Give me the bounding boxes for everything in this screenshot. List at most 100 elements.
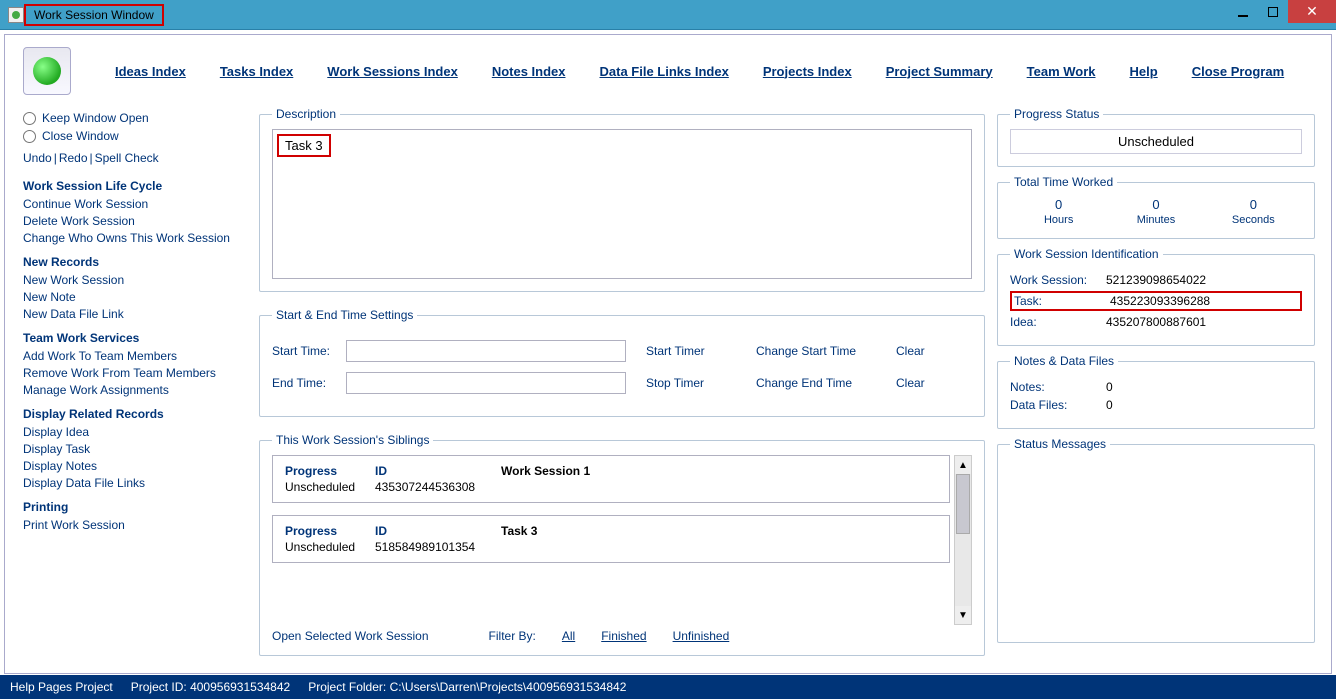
top-menu: Ideas Index Tasks Index Work Sessions In… bbox=[5, 35, 1331, 107]
seconds-label: Seconds bbox=[1205, 214, 1302, 226]
sibling-id: 518584989101354 bbox=[375, 540, 555, 554]
menu-close-program[interactable]: Close Program bbox=[1192, 64, 1284, 79]
minutes-value: 0 bbox=[1107, 197, 1204, 212]
siblings-scrollbar[interactable]: ▲ ▼ bbox=[954, 455, 972, 625]
filter-by-label: Filter By: bbox=[489, 629, 536, 643]
ws-id-label: Work Session: bbox=[1010, 273, 1106, 287]
add-team-link[interactable]: Add Work To Team Members bbox=[23, 349, 243, 363]
undo-link[interactable]: Undo bbox=[23, 151, 52, 165]
sibling-title: Task 3 bbox=[501, 524, 537, 538]
seconds-value: 0 bbox=[1205, 197, 1302, 212]
scroll-thumb[interactable] bbox=[956, 474, 970, 534]
close-window-label: Close Window bbox=[42, 129, 119, 143]
clear-end-link[interactable]: Clear bbox=[896, 376, 925, 390]
sibling-item[interactable]: ProgressIDTask 3 Unscheduled518584989101… bbox=[272, 515, 950, 563]
hours-label: Hours bbox=[1010, 214, 1107, 226]
close-button[interactable]: ✕ bbox=[1288, 0, 1336, 23]
menu-notes-index[interactable]: Notes Index bbox=[492, 64, 566, 79]
titlebar: Work Session Window ✕ bbox=[0, 0, 1336, 30]
minimize-button[interactable] bbox=[1228, 0, 1258, 23]
keep-window-open-radio[interactable]: Keep Window Open bbox=[23, 111, 243, 125]
status-messages-group: Status Messages bbox=[997, 437, 1315, 643]
redo-link[interactable]: Redo bbox=[59, 151, 88, 165]
notes-count-value: 0 bbox=[1106, 380, 1113, 394]
siblings-legend: This Work Session's Siblings bbox=[272, 433, 433, 447]
stop-timer-link[interactable]: Stop Timer bbox=[646, 376, 756, 390]
new-data-file-link[interactable]: New Data File Link bbox=[23, 307, 243, 321]
progress-status-legend: Progress Status bbox=[1010, 107, 1103, 121]
start-timer-link[interactable]: Start Timer bbox=[646, 344, 756, 358]
col-id: ID bbox=[375, 464, 501, 478]
idea-id-value: 435207800887601 bbox=[1106, 315, 1206, 329]
title-highlight: Work Session Window bbox=[24, 4, 164, 26]
col-progress: Progress bbox=[285, 524, 375, 538]
ws-id-value: 521239098654022 bbox=[1106, 273, 1206, 287]
filter-finished-link[interactable]: Finished bbox=[601, 629, 646, 643]
change-start-time-link[interactable]: Change Start Time bbox=[756, 344, 896, 358]
menu-help[interactable]: Help bbox=[1130, 64, 1158, 79]
related-records-heading: Display Related Records bbox=[23, 407, 243, 421]
change-owner-link[interactable]: Change Who Owns This Work Session bbox=[23, 231, 243, 245]
spell-check-link[interactable]: Spell Check bbox=[95, 151, 159, 165]
status-project-folder: Project Folder: C:\Users\Darren\Projects… bbox=[308, 680, 626, 694]
sibling-progress: Unscheduled bbox=[285, 480, 375, 494]
status-messages-legend: Status Messages bbox=[1010, 437, 1110, 451]
menu-tasks-index[interactable]: Tasks Index bbox=[220, 64, 293, 79]
menu-work-sessions-index[interactable]: Work Sessions Index bbox=[327, 64, 458, 79]
identification-group: Work Session Identification Work Session… bbox=[997, 247, 1315, 346]
sibling-item[interactable]: ProgressIDWork Session 1 Unscheduled4353… bbox=[272, 455, 950, 503]
description-legend: Description bbox=[272, 107, 340, 121]
status-help-pages[interactable]: Help Pages Project bbox=[10, 680, 113, 694]
display-data-file-links-link[interactable]: Display Data File Links bbox=[23, 476, 243, 490]
time-settings-group: Start & End Time Settings Start Time: St… bbox=[259, 308, 985, 417]
scroll-down-icon[interactable]: ▼ bbox=[955, 606, 971, 624]
change-end-time-link[interactable]: Change End Time bbox=[756, 376, 896, 390]
new-records-heading: New Records bbox=[23, 255, 243, 269]
task-row-highlight: Task:435223093396288 bbox=[1010, 291, 1302, 311]
statusbar: Help Pages Project Project ID: 400956931… bbox=[0, 675, 1336, 699]
menu-project-summary[interactable]: Project Summary bbox=[886, 64, 993, 79]
team-work-heading: Team Work Services bbox=[23, 331, 243, 345]
task-id-label: Task: bbox=[1014, 294, 1110, 308]
app-icon bbox=[8, 7, 24, 23]
col-progress: Progress bbox=[285, 464, 375, 478]
sibling-progress: Unscheduled bbox=[285, 540, 375, 554]
open-selected-link[interactable]: Open Selected Work Session bbox=[272, 629, 429, 643]
display-notes-link[interactable]: Display Notes bbox=[23, 459, 243, 473]
menu-ideas-index[interactable]: Ideas Index bbox=[115, 64, 186, 79]
filter-unfinished-link[interactable]: Unfinished bbox=[673, 629, 730, 643]
ttw-legend: Total Time Worked bbox=[1010, 175, 1117, 189]
notes-count-label: Notes: bbox=[1010, 380, 1106, 394]
center-panel: Description Task 3 Start & End Time Sett… bbox=[249, 107, 995, 667]
clear-start-link[interactable]: Clear bbox=[896, 344, 925, 358]
app-logo bbox=[23, 47, 71, 95]
display-task-link[interactable]: Display Task bbox=[23, 442, 243, 456]
time-settings-legend: Start & End Time Settings bbox=[272, 308, 417, 322]
sibling-title: Work Session 1 bbox=[501, 464, 590, 478]
continue-work-session-link[interactable]: Continue Work Session bbox=[23, 197, 243, 211]
delete-work-session-link[interactable]: Delete Work Session bbox=[23, 214, 243, 228]
close-window-radio[interactable]: Close Window bbox=[23, 129, 243, 143]
new-note-link[interactable]: New Note bbox=[23, 290, 243, 304]
print-work-session-link[interactable]: Print Work Session bbox=[23, 518, 243, 532]
start-time-input[interactable] bbox=[346, 340, 626, 362]
description-textarea[interactable]: Task 3 bbox=[272, 129, 972, 279]
right-panel: Progress Status Unscheduled Total Time W… bbox=[995, 107, 1317, 667]
total-time-worked-group: Total Time Worked 0Hours 0Minutes 0Secon… bbox=[997, 175, 1315, 239]
new-work-session-link[interactable]: New Work Session bbox=[23, 273, 243, 287]
remove-team-link[interactable]: Remove Work From Team Members bbox=[23, 366, 243, 380]
menu-data-file-links-index[interactable]: Data File Links Index bbox=[600, 64, 729, 79]
menu-projects-index[interactable]: Projects Index bbox=[763, 64, 852, 79]
display-idea-link[interactable]: Display Idea bbox=[23, 425, 243, 439]
menu-team-work[interactable]: Team Work bbox=[1027, 64, 1096, 79]
end-time-input[interactable] bbox=[346, 372, 626, 394]
manage-assignments-link[interactable]: Manage Work Assignments bbox=[23, 383, 243, 397]
filter-all-link[interactable]: All bbox=[562, 629, 575, 643]
notes-files-group: Notes & Data Files Notes:0 Data Files:0 bbox=[997, 354, 1315, 429]
siblings-group: This Work Session's Siblings ProgressIDW… bbox=[259, 433, 985, 656]
hours-value: 0 bbox=[1010, 197, 1107, 212]
scroll-up-icon[interactable]: ▲ bbox=[955, 456, 971, 474]
window-title: Work Session Window bbox=[34, 8, 154, 22]
maximize-button[interactable] bbox=[1258, 0, 1288, 23]
keep-window-open-label: Keep Window Open bbox=[42, 111, 149, 125]
